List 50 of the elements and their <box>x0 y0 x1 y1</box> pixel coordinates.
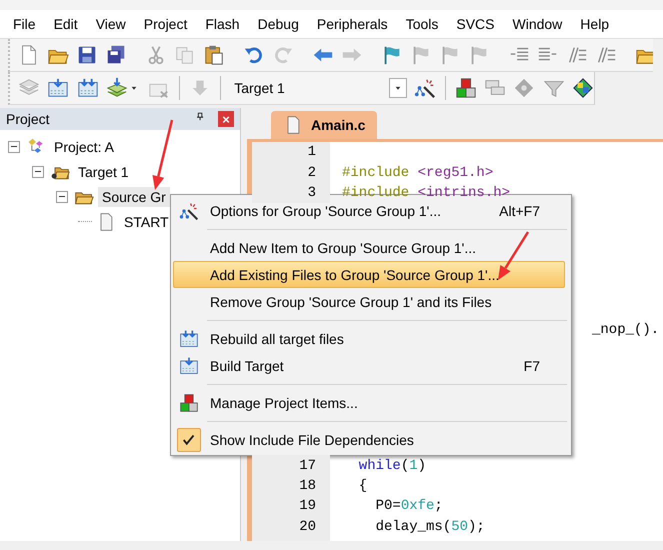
blocks-icon <box>179 392 199 412</box>
collapse-toggle[interactable] <box>32 166 44 178</box>
code-line: #include <reg51.h> <box>341 164 494 181</box>
tree-item[interactable]: START <box>120 212 173 232</box>
menu-item[interactable]: Add New Item to Group 'Source Group 1'... <box>173 234 565 261</box>
menu-item[interactable]: Show Include File Dependencies <box>173 426 565 453</box>
build-icon[interactable] <box>47 77 70 99</box>
rebuild-icon[interactable] <box>76 77 99 99</box>
menu-item[interactable]: Help <box>571 16 618 32</box>
code-line: P0=0xfe; <box>374 498 443 514</box>
menu-item[interactable]: Remove Group 'Source Group 1' and its Files <box>173 288 565 315</box>
collapse-toggle[interactable] <box>56 190 68 202</box>
build-icon <box>179 356 199 376</box>
menu-item[interactable]: Rebuild all target files <box>173 325 565 352</box>
menu-item[interactable]: File <box>4 16 45 32</box>
download-stack-icon[interactable] <box>106 77 128 99</box>
menu-item[interactable]: Tools <box>396 16 448 32</box>
save-all-icon[interactable] <box>105 44 127 66</box>
menu-item[interactable]: Edit <box>44 16 87 32</box>
code-line: delay_ms(50); <box>374 518 485 535</box>
menu-item[interactable]: View <box>86 16 135 32</box>
panel-title: Project <box>6 111 51 127</box>
menu-item[interactable]: Manage Project Items... <box>173 389 565 416</box>
menu-item[interactable]: Flash <box>196 16 249 32</box>
checkbox[interactable] <box>177 428 201 452</box>
menu-item[interactable]: Add Existing Files to Group 'Source Group 1'... <box>173 261 565 288</box>
wand-icon[interactable] <box>414 77 436 99</box>
components-icon[interactable] <box>572 77 594 99</box>
menu-item[interactable]: Peripherals <box>308 16 397 32</box>
annotation-arrow <box>152 120 174 190</box>
menu-item[interactable]: Debug <box>248 16 308 32</box>
tree-item[interactable]: Source Gr <box>98 186 170 206</box>
save-icon[interactable] <box>76 44 98 66</box>
menu-item[interactable]: Window <box>504 16 572 32</box>
collapse-toggle[interactable] <box>8 140 20 152</box>
file-tab[interactable]: Amain.c <box>271 111 378 139</box>
menu-item[interactable]: Project <box>134 16 196 32</box>
blocks-icon[interactable] <box>454 77 477 99</box>
code-fragment: _nop_(). <box>592 322 660 338</box>
paste-icon[interactable] <box>203 44 225 66</box>
rebuild-icon <box>179 328 199 348</box>
tree-item[interactable]: Target 1 <box>74 162 133 182</box>
code-line: while(1) <box>358 458 426 474</box>
tree-item[interactable]: Project: A <box>50 136 118 156</box>
code-line: { <box>358 478 368 494</box>
close-button[interactable]: × <box>218 111 234 127</box>
menu-item[interactable]: Build Target F7 <box>173 352 565 379</box>
annotation-arrow <box>498 231 530 280</box>
menu-item[interactable]: SVCS <box>447 16 504 32</box>
wand-icon <box>179 200 199 220</box>
